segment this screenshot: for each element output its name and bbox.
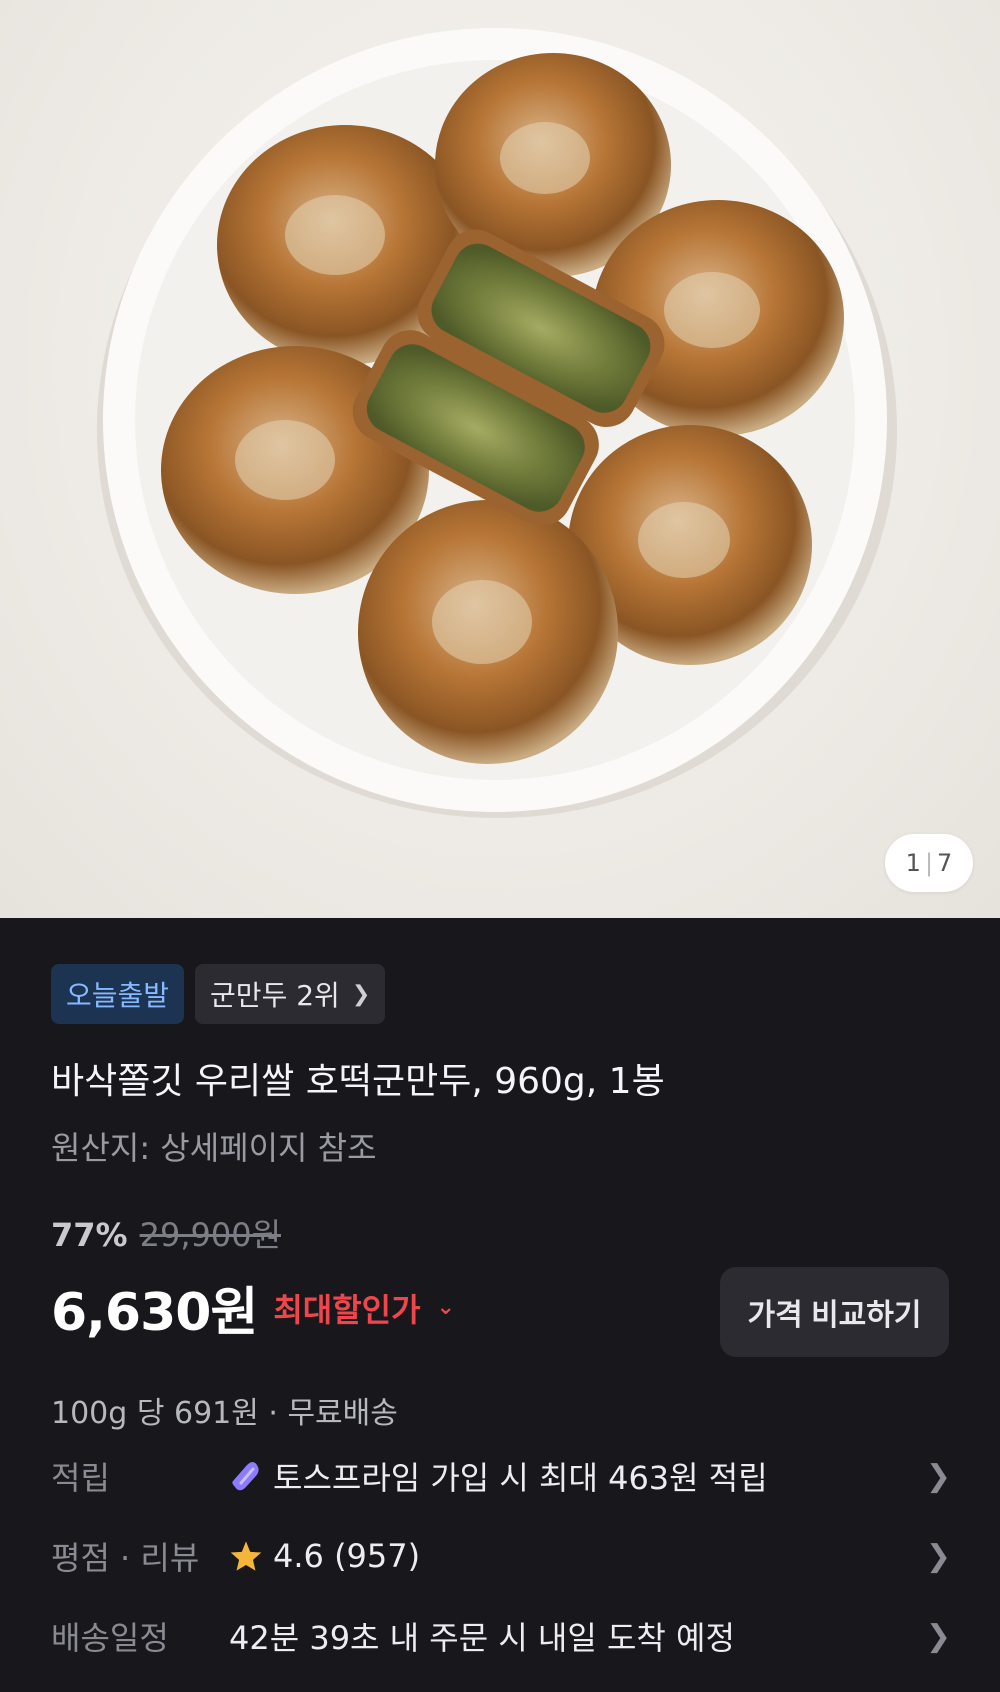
unit-price-shipping: 100g 당 691원 · 무료배송 — [51, 1396, 398, 1431]
badge-row: 오늘출발 군만두 2위 ❯ — [51, 964, 386, 1024]
image-counter-current: 1 — [905, 849, 921, 877]
product-origin: 원산지: 상세페이지 참조 — [51, 1129, 377, 1167]
delivery-schedule-row[interactable]: 배송일정 42분 39초 내 주문 시 내일 도착 예정 ❯ — [51, 1604, 951, 1668]
rating-review-row[interactable]: 평점 · 리뷰 4.6 (957) ❯ — [51, 1524, 951, 1588]
product-info-panel: 오늘출발 군만두 2위 ❯ 바삭쫄깃 우리쌀 호떡군만두, 960g, 1봉 원… — [0, 918, 1000, 1692]
today-departure-badge: 오늘출발 — [51, 964, 185, 1024]
chevron-down-icon: ⌄ — [436, 1295, 455, 1320]
original-price: 29,900원 — [139, 1216, 282, 1254]
toss-prime-icon — [229, 1461, 263, 1491]
chevron-right-icon: ❯ — [925, 1458, 951, 1494]
chevron-right-icon: ❯ — [925, 1538, 951, 1574]
price-row: 6,630원 최대할인가 ⌄ — [51, 1270, 455, 1345]
points-row[interactable]: 적립 토스프라임 가입 시 최대 463원 적립 ❯ — [51, 1444, 951, 1508]
image-counter-total: 7 — [937, 849, 953, 877]
chevron-right-icon: ❯ — [351, 981, 371, 1007]
points-value: 토스프라임 가입 시 최대 463원 적립 — [273, 1459, 768, 1497]
delivery-label: 배송일정 — [51, 1619, 169, 1657]
dumpling-plate-photo — [97, 28, 897, 818]
rating-value-wrapper: 4.6 (957) — [229, 1537, 420, 1575]
ranking-label: 군만두 2위 — [210, 979, 340, 1012]
chevron-right-icon: ❯ — [925, 1618, 951, 1654]
product-title: 바삭쫄깃 우리쌀 호떡군만두, 960g, 1봉 — [51, 1061, 665, 1102]
sale-price: 6,630원 — [51, 1283, 258, 1343]
max-discount-toggle[interactable]: 최대할인가 ⌄ — [273, 1285, 455, 1331]
image-counter-separator: | — [924, 849, 934, 877]
rating-label: 평점 · 리뷰 — [51, 1539, 200, 1577]
max-discount-label: 최대할인가 — [273, 1290, 421, 1329]
discount-rate: 77% — [51, 1216, 128, 1254]
rating-value: 4.6 (957) — [273, 1537, 421, 1575]
product-image-gallery[interactable]: 1 | 7 — [0, 0, 1000, 918]
points-label: 적립 — [51, 1459, 110, 1497]
points-value-wrapper: 토스프라임 가입 시 최대 463원 적립 — [229, 1453, 768, 1499]
ranking-badge[interactable]: 군만두 2위 ❯ — [195, 964, 386, 1024]
star-icon — [229, 1540, 263, 1572]
delivery-value: 42분 39초 내 주문 시 내일 도착 예정 — [229, 1619, 735, 1657]
discount-row: 77% 29,900원 — [51, 1210, 281, 1256]
compare-price-button[interactable]: 가격 비교하기 — [720, 1267, 949, 1357]
today-departure-label: 오늘출발 — [66, 979, 170, 1012]
image-counter: 1 | 7 — [885, 834, 973, 892]
